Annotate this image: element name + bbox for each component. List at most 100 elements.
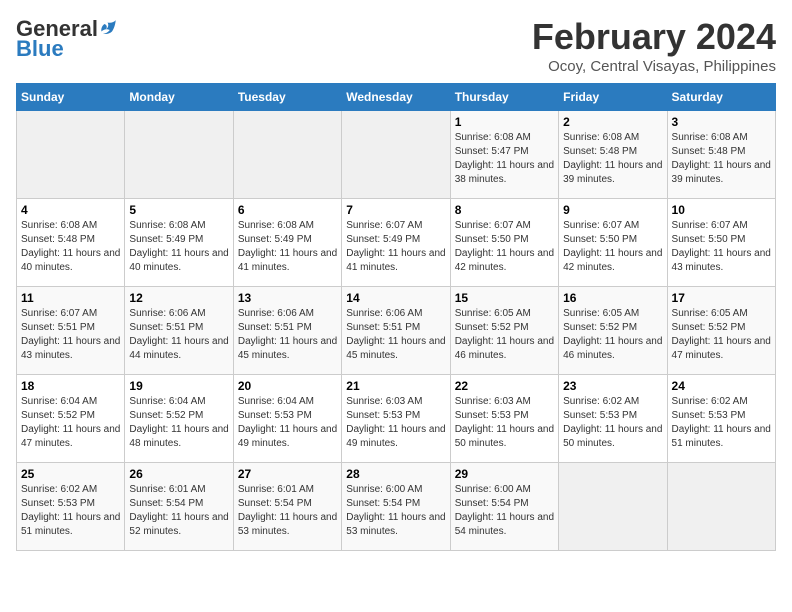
weekday-header: Tuesday	[233, 84, 341, 111]
day-number: 20	[238, 379, 337, 393]
calendar-cell: 28 Sunrise: 6:00 AMSunset: 5:54 PMDayligh…	[342, 463, 450, 551]
day-info: Sunrise: 6:03 AMSunset: 5:53 PMDaylight:…	[455, 395, 554, 451]
calendar-cell: 8 Sunrise: 6:07 AMSunset: 5:50 PMDaylight…	[450, 199, 558, 287]
calendar-cell: 19 Sunrise: 6:04 AMSunset: 5:52 PMDayligh…	[125, 375, 233, 463]
logo: General Blue	[16, 16, 118, 62]
calendar-cell: 24Sunrise: 6:02 AMSunset: 5:53 PMDayligh…	[667, 375, 775, 463]
day-number: 4	[21, 203, 120, 217]
calendar-cell: 27 Sunrise: 6:01 AMSunset: 5:54 PMDayligh…	[233, 463, 341, 551]
day-info: Sunrise: 6:00 AMSunset: 5:54 PMDaylight:…	[455, 483, 554, 539]
weekday-header: Friday	[559, 84, 667, 111]
weekday-header: Thursday	[450, 84, 558, 111]
calendar-cell: 23 Sunrise: 6:02 AMSunset: 5:53 PMDayligh…	[559, 375, 667, 463]
day-info: Sunrise: 6:00 AMSunset: 5:54 PMDaylight:…	[346, 483, 445, 539]
weekday-header: Sunday	[17, 84, 125, 111]
day-info: Sunrise: 6:04 AMSunset: 5:52 PMDaylight:…	[21, 395, 120, 451]
day-info: Sunrise: 6:05 AMSunset: 5:52 PMDaylight:…	[563, 307, 662, 363]
calendar-cell	[233, 111, 341, 199]
calendar-cell: 12 Sunrise: 6:06 AMSunset: 5:51 PMDayligh…	[125, 287, 233, 375]
day-info: Sunrise: 6:05 AMSunset: 5:52 PMDaylight:…	[455, 307, 554, 363]
calendar-cell: 6Sunrise: 6:08 AMSunset: 5:49 PMDaylight…	[233, 199, 341, 287]
day-info: Sunrise: 6:08 AMSunset: 5:49 PMDaylight:…	[129, 219, 228, 275]
calendar-cell	[667, 463, 775, 551]
day-info: Sunrise: 6:04 AMSunset: 5:53 PMDaylight:…	[238, 395, 337, 451]
calendar-cell: 21 Sunrise: 6:03 AMSunset: 5:53 PMDayligh…	[342, 375, 450, 463]
day-info: Sunrise: 6:07 AMSunset: 5:50 PMDaylight:…	[455, 219, 554, 275]
calendar-cell: 22 Sunrise: 6:03 AMSunset: 5:53 PMDayligh…	[450, 375, 558, 463]
weekday-header: Monday	[125, 84, 233, 111]
calendar-cell	[17, 111, 125, 199]
day-info: Sunrise: 6:07 AMSunset: 5:50 PMDaylight:…	[672, 219, 771, 275]
title-block: February 2024 Ocoy, Central Visayas, Phi…	[532, 16, 776, 75]
day-number: 25	[21, 467, 120, 481]
day-info: Sunrise: 6:02 AMSunset: 5:53 PMDaylight:…	[21, 483, 120, 539]
day-info: Sunrise: 6:08 AMSunset: 5:47 PMDaylight:…	[455, 131, 554, 187]
day-info: Sunrise: 6:08 AMSunset: 5:48 PMDaylight:…	[672, 131, 771, 187]
day-number: 11	[21, 291, 120, 305]
calendar-cell: 29 Sunrise: 6:00 AMSunset: 5:54 PMDayligh…	[450, 463, 558, 551]
calendar-cell: 14 Sunrise: 6:06 AMSunset: 5:51 PMDayligh…	[342, 287, 450, 375]
calendar-cell: 4 Sunrise: 6:08 AMSunset: 5:48 PMDaylight…	[17, 199, 125, 287]
day-info: Sunrise: 6:06 AMSunset: 5:51 PMDaylight:…	[129, 307, 228, 363]
calendar-cell: 25 Sunrise: 6:02 AMSunset: 5:53 PMDayligh…	[17, 463, 125, 551]
calendar-cell: 11 Sunrise: 6:07 AMSunset: 5:51 PMDayligh…	[17, 287, 125, 375]
day-number: 2	[563, 115, 662, 129]
day-info: Sunrise: 6:03 AMSunset: 5:53 PMDaylight:…	[346, 395, 445, 451]
calendar-cell: 15 Sunrise: 6:05 AMSunset: 5:52 PMDayligh…	[450, 287, 558, 375]
day-info: Sunrise: 6:08 AMSunset: 5:48 PMDaylight:…	[21, 219, 120, 275]
day-number: 16	[563, 291, 662, 305]
calendar-cell: 16 Sunrise: 6:05 AMSunset: 5:52 PMDayligh…	[559, 287, 667, 375]
day-info: Sunrise: 6:05 AMSunset: 5:52 PMDaylight:…	[672, 307, 771, 363]
day-number: 26	[129, 467, 228, 481]
calendar-cell: 3 Sunrise: 6:08 AMSunset: 5:48 PMDaylight…	[667, 111, 775, 199]
day-number: 13	[238, 291, 337, 305]
calendar-cell: 10 Sunrise: 6:07 AMSunset: 5:50 PMDayligh…	[667, 199, 775, 287]
day-info: Sunrise: 6:01 AMSunset: 5:54 PMDaylight:…	[129, 483, 228, 539]
day-info: Sunrise: 6:02 AMSunset: 5:53 PMDaylight:…	[672, 395, 771, 451]
weekday-header: Saturday	[667, 84, 775, 111]
day-number: 8	[455, 203, 554, 217]
calendar-cell: 9Sunrise: 6:07 AMSunset: 5:50 PMDaylight…	[559, 199, 667, 287]
day-number: 19	[129, 379, 228, 393]
weekday-header: Wednesday	[342, 84, 450, 111]
page-header: General Blue February 2024 Ocoy, Central…	[16, 16, 776, 75]
day-number: 3	[672, 115, 771, 129]
logo-bird-icon	[100, 18, 118, 36]
calendar-cell: 2 Sunrise: 6:08 AMSunset: 5:48 PMDaylight…	[559, 111, 667, 199]
day-number: 9	[563, 203, 662, 217]
calendar-cell: 7 Sunrise: 6:07 AMSunset: 5:49 PMDaylight…	[342, 199, 450, 287]
calendar-title: February 2024	[532, 16, 776, 58]
day-info: Sunrise: 6:02 AMSunset: 5:53 PMDaylight:…	[563, 395, 662, 451]
day-number: 27	[238, 467, 337, 481]
day-info: Sunrise: 6:06 AMSunset: 5:51 PMDaylight:…	[238, 307, 337, 363]
day-info: Sunrise: 6:07 AMSunset: 5:51 PMDaylight:…	[21, 307, 120, 363]
calendar-cell: 1Sunrise: 6:08 AMSunset: 5:47 PMDaylight…	[450, 111, 558, 199]
day-number: 22	[455, 379, 554, 393]
calendar-cell: 20 Sunrise: 6:04 AMSunset: 5:53 PMDayligh…	[233, 375, 341, 463]
day-number: 12	[129, 291, 228, 305]
day-number: 5	[129, 203, 228, 217]
calendar-cell: 17 Sunrise: 6:05 AMSunset: 5:52 PMDayligh…	[667, 287, 775, 375]
calendar-cell	[342, 111, 450, 199]
day-number: 7	[346, 203, 445, 217]
calendar-header: SundayMondayTuesdayWednesdayThursdayFrid…	[17, 84, 776, 111]
calendar-cell: 18Sunrise: 6:04 AMSunset: 5:52 PMDayligh…	[17, 375, 125, 463]
day-info: Sunrise: 6:04 AMSunset: 5:52 PMDaylight:…	[129, 395, 228, 451]
day-number: 17	[672, 291, 771, 305]
calendar-cell	[559, 463, 667, 551]
calendar-cell: 26 Sunrise: 6:01 AMSunset: 5:54 PMDayligh…	[125, 463, 233, 551]
day-info: Sunrise: 6:01 AMSunset: 5:54 PMDaylight:…	[238, 483, 337, 539]
day-info: Sunrise: 6:08 AMSunset: 5:48 PMDaylight:…	[563, 131, 662, 187]
day-info: Sunrise: 6:07 AMSunset: 5:49 PMDaylight:…	[346, 219, 445, 275]
day-number: 28	[346, 467, 445, 481]
day-number: 23	[563, 379, 662, 393]
day-number: 6	[238, 203, 337, 217]
calendar-cell: 5 Sunrise: 6:08 AMSunset: 5:49 PMDaylight…	[125, 199, 233, 287]
calendar-cell: 13 Sunrise: 6:06 AMSunset: 5:51 PMDayligh…	[233, 287, 341, 375]
day-number: 21	[346, 379, 445, 393]
day-number: 14	[346, 291, 445, 305]
day-number: 29	[455, 467, 554, 481]
day-info: Sunrise: 6:06 AMSunset: 5:51 PMDaylight:…	[346, 307, 445, 363]
day-number: 10	[672, 203, 771, 217]
day-number: 15	[455, 291, 554, 305]
